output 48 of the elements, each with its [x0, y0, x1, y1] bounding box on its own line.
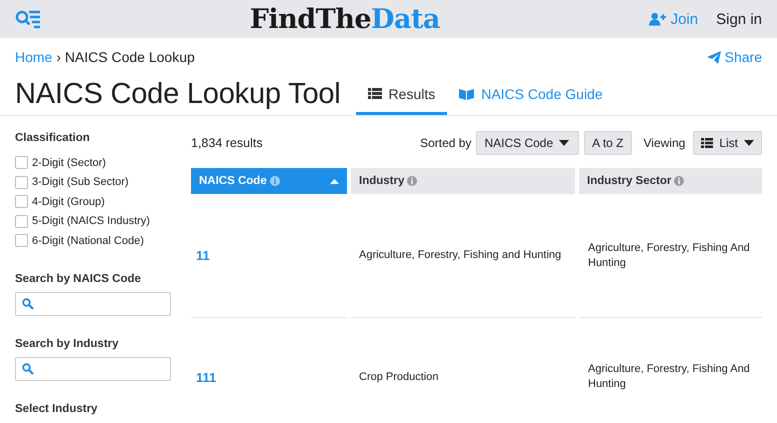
list-icon: [368, 88, 382, 99]
table-cell-text: Crop Production: [358, 370, 440, 384]
section-heading: Select Industry: [15, 402, 98, 414]
checkbox-label: 2-Digit (Sector): [32, 156, 106, 169]
breadcrumb-separator: ›: [55, 49, 62, 65]
checkbox-label: 3-Digit (Sub Sector): [32, 176, 129, 188]
section-heading: Search by Industry: [15, 338, 120, 350]
checkbox-label: 4-Digit (Group): [32, 196, 105, 208]
sort-label: Sorted by: [420, 136, 472, 150]
table-cell: Agriculture, Forestry, Fishing and Hunting: [351, 194, 575, 318]
logo[interactable]: FindTheData: [41, 4, 649, 34]
column-header[interactable]: Industry Sector: [579, 168, 762, 194]
info-icon: [674, 176, 684, 186]
checkbox[interactable]: [15, 195, 28, 208]
info-icon: [407, 176, 418, 186]
caret-icon: [744, 140, 754, 146]
sort-order-button[interactable]: A to Z: [584, 131, 632, 155]
breadcrumb-current: NAICS Code Lookup: [64, 49, 195, 65]
sort-caret-icon: [330, 178, 339, 184]
table-cell-text: Agriculture, Forestry, Fishing And Hunting: [587, 362, 751, 392]
column-header[interactable]: Industry: [351, 168, 575, 194]
checkbox[interactable]: [15, 156, 28, 170]
view-dropdown[interactable]: List: [693, 131, 762, 155]
page-title: NAICS Code Lookup Tool: [15, 77, 341, 112]
user-plus-icon: [648, 12, 666, 26]
checkbox-label: 5-Digit (NAICS Industry): [32, 215, 150, 228]
info-icon: [270, 176, 280, 186]
section-heading: Classification: [15, 132, 91, 144]
menu-icon[interactable]: [15, 9, 41, 29]
sort-dropdown[interactable]: NAICS Code: [476, 131, 580, 155]
section-heading: Search by NAICS Code: [15, 272, 142, 284]
search-icon: [22, 298, 34, 310]
checkbox-label: 6-Digit (National Code): [32, 234, 144, 247]
search-field[interactable]: [15, 356, 171, 380]
search-icon: [22, 362, 34, 374]
checkbox[interactable]: [15, 234, 28, 248]
checkbox[interactable]: [15, 176, 28, 189]
sign-in-link[interactable]: Sign in: [716, 10, 762, 28]
paper-plane-icon: [706, 50, 721, 64]
checkbox[interactable]: [15, 214, 28, 228]
search-field[interactable]: [15, 292, 171, 316]
table-cell: Agriculture, Forestry, Fishing And Hunting: [579, 194, 762, 318]
caret-icon: [559, 140, 570, 146]
viewing-label: Viewing: [644, 136, 686, 150]
result-count: 1,834 results: [191, 136, 264, 150]
list-icon: [701, 138, 714, 148]
tab[interactable]: Results: [356, 75, 448, 115]
book-icon: [459, 88, 474, 100]
